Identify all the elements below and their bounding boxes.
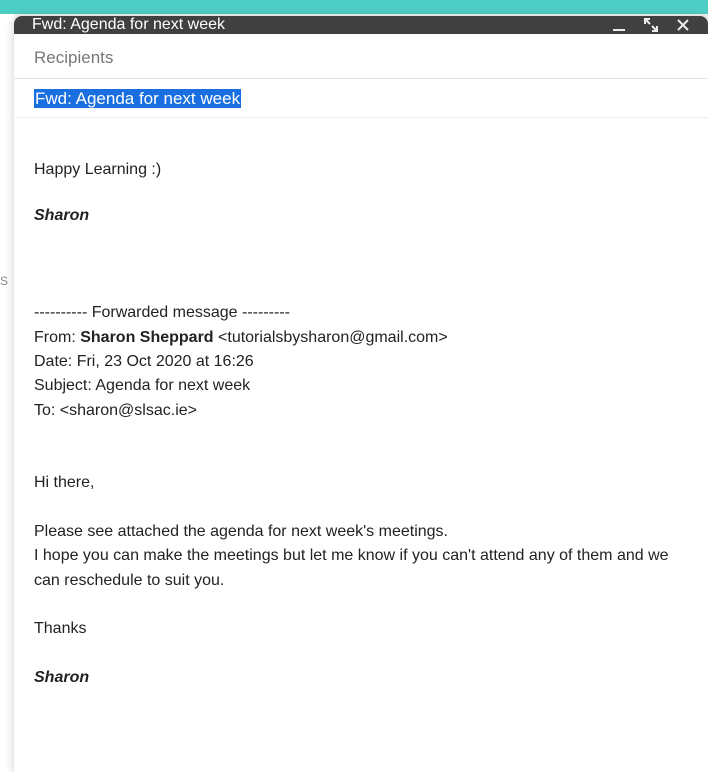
- subject-field[interactable]: Fwd: Agenda for next week: [14, 79, 708, 118]
- compose-title: Fwd: Agenda for next week: [32, 16, 612, 34]
- body-p2: I hope you can make the meetings but let…: [34, 544, 688, 593]
- body-signature-bottom: Sharon: [34, 666, 688, 690]
- forwarded-to: To: <sharon@slsac.ie>: [34, 399, 688, 423]
- minimize-icon[interactable]: [612, 18, 626, 32]
- fullscreen-icon[interactable]: [644, 18, 658, 32]
- app-header-strip: [0, 0, 708, 14]
- recipients-field[interactable]: Recipients: [14, 34, 708, 79]
- compose-titlebar: Fwd: Agenda for next week: [14, 16, 708, 34]
- body-hi: Hi there,: [34, 471, 688, 495]
- body-signature-top: Sharon: [34, 204, 688, 228]
- recipients-placeholder: Recipients: [34, 48, 113, 67]
- forwarded-subject: Subject: Agenda for next week: [34, 374, 688, 398]
- background-partial: S: [0, 14, 14, 772]
- body-thanks: Thanks: [34, 617, 688, 641]
- forwarded-divider: ---------- Forwarded message ---------: [34, 301, 688, 325]
- body-p1: Please see attached the agenda for next …: [34, 520, 688, 544]
- forwarded-date: Date: Fri, 23 Oct 2020 at 16:26: [34, 350, 688, 374]
- compose-window: Fwd: Agenda for next week Recipients Fwd…: [14, 16, 708, 772]
- body-line-happy: Happy Learning :): [34, 158, 688, 182]
- close-icon[interactable]: [676, 18, 690, 32]
- subject-text-selected: Fwd: Agenda for next week: [34, 89, 241, 108]
- message-body[interactable]: Happy Learning :) Sharon ---------- Forw…: [14, 118, 708, 772]
- forwarded-from: From: Sharon Sheppard <tutorialsbysharon…: [34, 326, 688, 350]
